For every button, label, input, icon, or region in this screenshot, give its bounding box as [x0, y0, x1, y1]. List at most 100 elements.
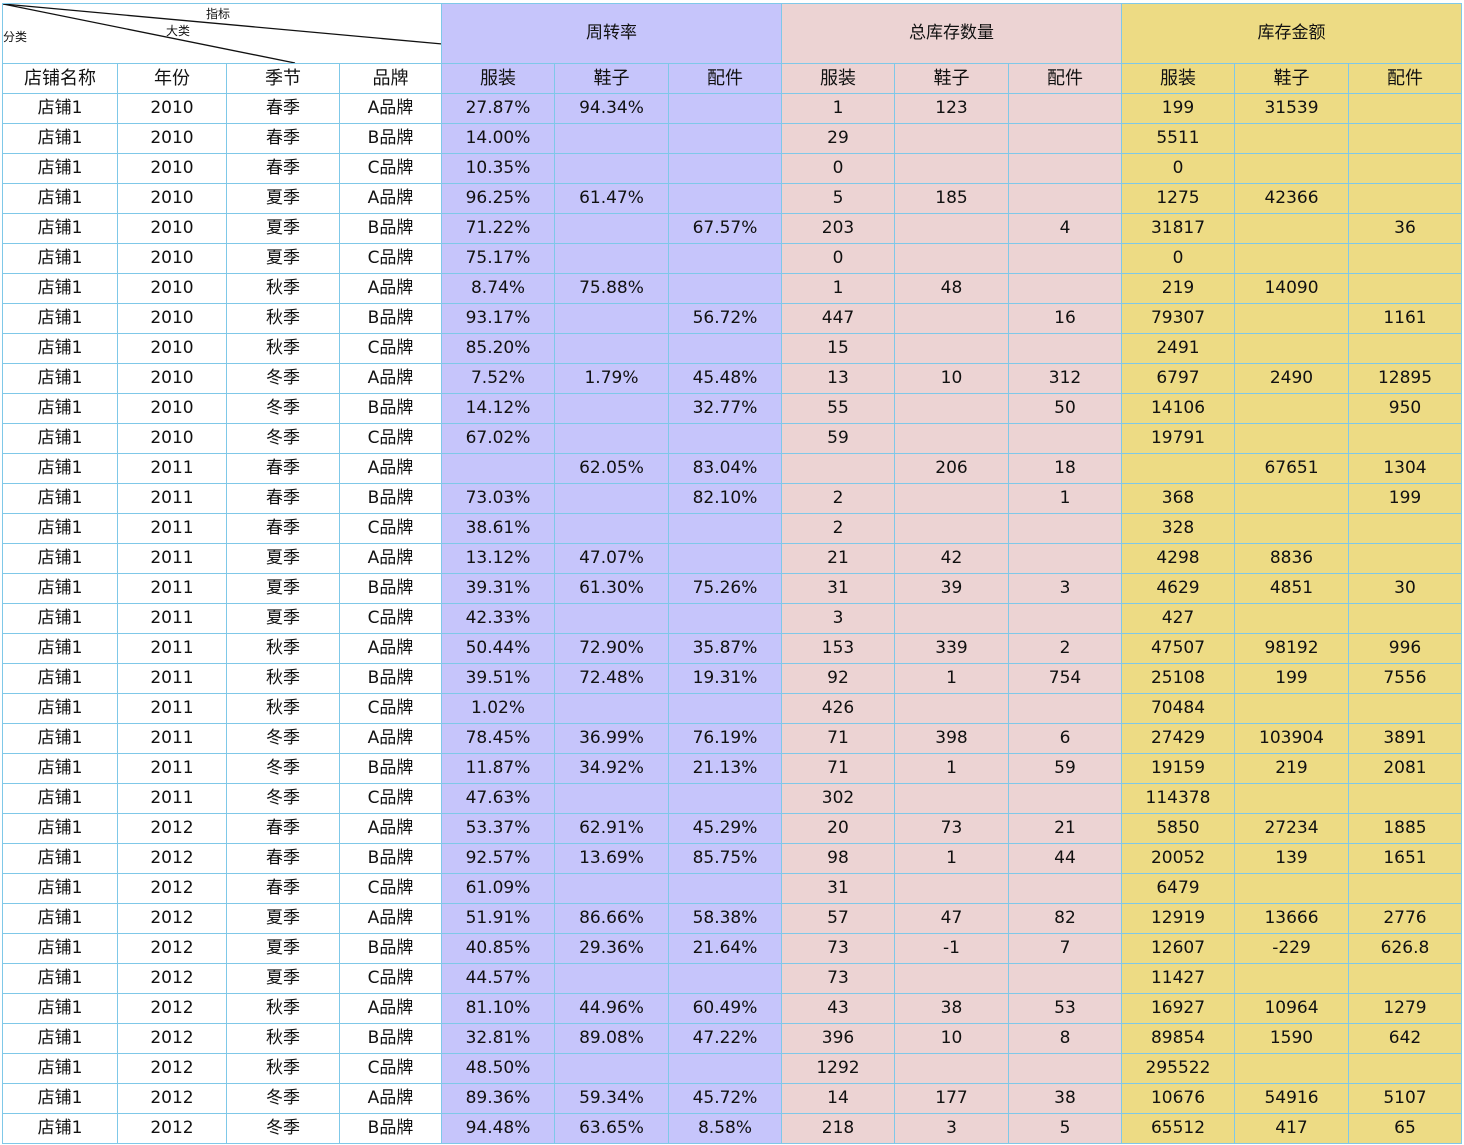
cell-turnover-clothing: 39.51%: [441, 663, 555, 694]
cell-quantity-clothing: 13: [781, 363, 895, 394]
cell-turnover-shoes: 86.66%: [554, 903, 669, 934]
cell-turnover-shoes: [554, 243, 669, 274]
table-row: 店铺1 2010 冬季 B品牌 14.12% 32.77% 55 50 14106 950: [2, 393, 1462, 424]
cell-quantity-accessories: [1008, 873, 1122, 904]
cell-turnover-accessories: 67.57%: [668, 213, 782, 244]
table-row: 店铺1 2010 秋季 C品牌 85.20% 15 2491: [2, 333, 1462, 364]
cell-turnover-clothing: 67.02%: [441, 423, 555, 454]
cell-season: 冬季: [226, 363, 340, 394]
cell-season: 冬季: [226, 753, 340, 784]
cell-turnover-shoes: 34.92%: [554, 753, 669, 784]
cell-turnover-shoes: [554, 603, 669, 634]
cell-amount-accessories: [1348, 273, 1462, 304]
cell-quantity-clothing: 302: [781, 783, 895, 814]
cell-turnover-accessories: [668, 333, 782, 364]
cell-turnover-accessories: 60.49%: [668, 993, 782, 1024]
cell-quantity-accessories: 5: [1008, 1113, 1122, 1144]
cell-amount-accessories: 30: [1348, 573, 1462, 604]
cell-brand: C品牌: [339, 693, 442, 724]
cell-turnover-accessories: 45.72%: [668, 1083, 782, 1114]
cell-store: 店铺1: [2, 1083, 118, 1114]
cell-amount-clothing: 1275: [1121, 183, 1235, 214]
cell-quantity-clothing: [781, 453, 895, 484]
table-row: 店铺1 2012 秋季 B品牌 32.81% 89.08% 47.22% 396 10 8 8985…: [2, 1023, 1462, 1054]
cell-turnover-shoes: 1.79%: [554, 363, 669, 394]
cell-quantity-shoes: 3: [894, 1113, 1009, 1144]
cell-store: 店铺1: [2, 753, 118, 784]
cell-quantity-shoes: [894, 693, 1009, 724]
cell-brand: A品牌: [339, 543, 442, 574]
cell-brand: C品牌: [339, 1053, 442, 1084]
table-row: 店铺1 2012 夏季 B品牌 40.85% 29.36% 21.64% 73 -1 7 12607…: [2, 933, 1462, 964]
cell-amount-clothing: 427: [1121, 603, 1235, 634]
cell-amount-accessories: 1651: [1348, 843, 1462, 874]
cell-brand: A品牌: [339, 813, 442, 844]
group-header-turnover: 周转率: [441, 3, 782, 64]
cell-amount-accessories: [1348, 783, 1462, 814]
cell-quantity-accessories: [1008, 333, 1122, 364]
cell-turnover-shoes: 47.07%: [554, 543, 669, 574]
cell-turnover-accessories: [668, 783, 782, 814]
cell-quantity-shoes: 398: [894, 723, 1009, 754]
cell-brand: A品牌: [339, 1083, 442, 1114]
cell-quantity-clothing: 0: [781, 153, 895, 184]
cell-quantity-accessories: 38: [1008, 1083, 1122, 1114]
cell-quantity-accessories: [1008, 273, 1122, 304]
cell-season: 夏季: [226, 573, 340, 604]
table-body: 店铺1 2010 春季 A品牌 27.87% 94.34% 1 123 199 31539 店铺1 2…: [2, 93, 1462, 1144]
inventory-table: 指标 大类 分类 周转率 总库存数量 库存金额 店铺名称 年份 季节 品牌 服装…: [2, 3, 1462, 1144]
cell-store: 店铺1: [2, 993, 118, 1024]
cell-quantity-shoes: [894, 333, 1009, 364]
table-row: 店铺1 2011 夏季 A品牌 13.12% 47.07% 21 42 4298 8836: [2, 543, 1462, 574]
cell-season: 春季: [226, 453, 340, 484]
cell-year: 2011: [117, 753, 227, 784]
cell-turnover-shoes: 36.99%: [554, 723, 669, 754]
cell-year: 2010: [117, 333, 227, 364]
cell-turnover-clothing: 7.52%: [441, 363, 555, 394]
cell-quantity-shoes: [894, 1053, 1009, 1084]
cell-quantity-shoes: 185: [894, 183, 1009, 214]
cell-season: 春季: [226, 483, 340, 514]
cell-amount-shoes: [1234, 333, 1349, 364]
cell-store: 店铺1: [2, 1053, 118, 1084]
cell-quantity-accessories: 53: [1008, 993, 1122, 1024]
cell-quantity-clothing: 2: [781, 483, 895, 514]
cell-amount-clothing: 19791: [1121, 423, 1235, 454]
cell-turnover-shoes: 29.36%: [554, 933, 669, 964]
cell-season: 冬季: [226, 723, 340, 754]
cell-quantity-clothing: 71: [781, 753, 895, 784]
header-row-columns: 店铺名称 年份 季节 品牌 服装 鞋子 配件 服装 鞋子 配件 服装 鞋子 配件: [2, 63, 1462, 94]
cell-amount-accessories: 1279: [1348, 993, 1462, 1024]
cell-quantity-clothing: 447: [781, 303, 895, 334]
cell-amount-accessories: 1161: [1348, 303, 1462, 334]
table-row: 店铺1 2011 春季 A品牌 62.05% 83.04% 206 18 67651 1304: [2, 453, 1462, 484]
table-row: 店铺1 2010 秋季 B品牌 93.17% 56.72% 447 16 79307 1161: [2, 303, 1462, 334]
cell-quantity-accessories: 50: [1008, 393, 1122, 424]
cell-brand: A品牌: [339, 93, 442, 124]
col-header-quantity-accessories: 配件: [1008, 63, 1122, 94]
cell-amount-accessories: [1348, 693, 1462, 724]
cell-season: 秋季: [226, 633, 340, 664]
cell-turnover-accessories: 58.38%: [668, 903, 782, 934]
cell-quantity-accessories: [1008, 543, 1122, 574]
cell-turnover-clothing: 92.57%: [441, 843, 555, 874]
cell-amount-shoes: 219: [1234, 753, 1349, 784]
cell-brand: C品牌: [339, 513, 442, 544]
cell-amount-shoes: 103904: [1234, 723, 1349, 754]
cell-year: 2012: [117, 1053, 227, 1084]
cell-season: 春季: [226, 813, 340, 844]
cell-quantity-shoes: 47: [894, 903, 1009, 934]
cell-brand: A品牌: [339, 723, 442, 754]
cell-quantity-shoes: [894, 873, 1009, 904]
col-header-quantity-shoes: 鞋子: [894, 63, 1009, 94]
cell-amount-shoes: 31539: [1234, 93, 1349, 124]
cell-store: 店铺1: [2, 543, 118, 574]
cell-turnover-accessories: [668, 243, 782, 274]
cell-season: 冬季: [226, 783, 340, 814]
cell-brand: B品牌: [339, 123, 442, 154]
cell-turnover-clothing: 94.48%: [441, 1113, 555, 1144]
cell-turnover-shoes: 44.96%: [554, 993, 669, 1024]
cell-turnover-shoes: [554, 963, 669, 994]
cell-brand: B品牌: [339, 573, 442, 604]
cell-quantity-clothing: 3: [781, 603, 895, 634]
